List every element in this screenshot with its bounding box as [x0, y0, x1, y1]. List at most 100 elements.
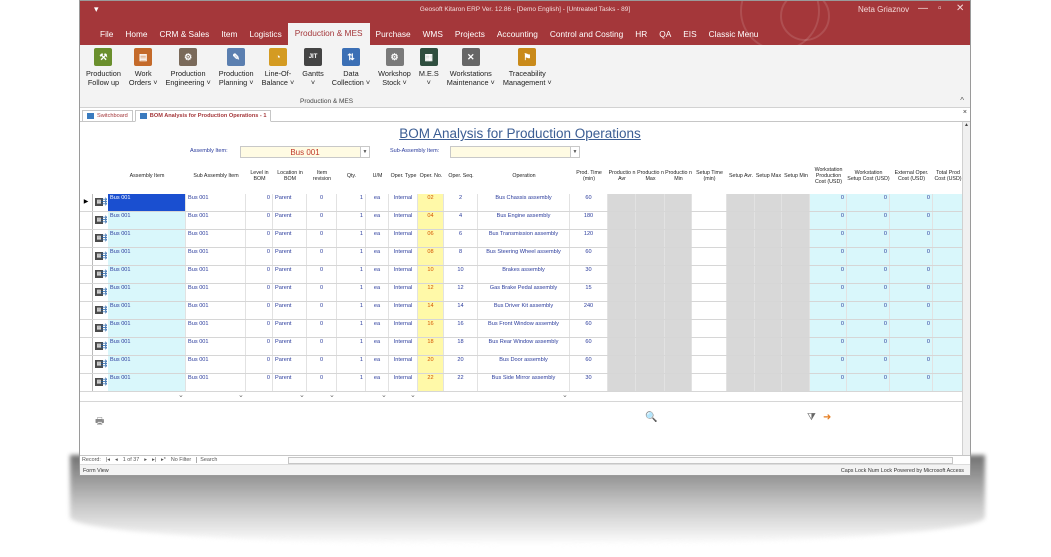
cell-sub[interactable]: Bus 001 — [186, 266, 246, 283]
column-header[interactable]: Workstation Setup Cost (USD) — [847, 160, 890, 192]
table-row[interactable]: ▦ ⇶ Bus 001 Bus 001 0 Parent 0 1 ea Internal 20 20 B… — [80, 356, 963, 374]
cell-assembly[interactable]: Bus 001 — [108, 212, 186, 229]
zoom-icon[interactable]: 🔍 — [645, 412, 657, 423]
table-row[interactable]: ▦ ⇶ Bus 001 Bus 001 0 Parent 0 1 ea Internal 08 8 Bu… — [80, 248, 963, 266]
cell-assembly[interactable]: Bus 001 — [108, 356, 186, 373]
row-selector[interactable] — [80, 284, 93, 301]
filter-icon[interactable]: ⧩ — [807, 412, 816, 423]
ribbon-button-1[interactable]: ▤ Work Orders ˅ — [125, 45, 162, 107]
cell-sub[interactable]: Bus 001 — [186, 284, 246, 301]
column-header[interactable]: Location in BOM — [273, 160, 307, 192]
table-row[interactable]: ▦ ⇶ Bus 001 Bus 001 0 Parent 0 1 ea Internal 14 14 B… — [80, 302, 963, 320]
search-input[interactable]: Search — [196, 457, 229, 463]
vertical-scrollbar[interactable]: ▲ — [962, 122, 970, 455]
row-selector[interactable]: ▶ — [80, 194, 93, 211]
cell-assembly[interactable]: Bus 001 — [108, 266, 186, 283]
column-header[interactable]: Oper. Type — [389, 160, 418, 192]
column-header[interactable]: Level in BOM — [246, 160, 273, 192]
chevron-down-icon[interactable]: ⌄ — [562, 391, 568, 399]
open-link-icon[interactable]: ⇶ — [100, 216, 108, 224]
menu-item-hr[interactable]: HR — [629, 29, 653, 45]
close-document-icon[interactable]: × — [963, 109, 967, 116]
row-selector[interactable] — [80, 374, 93, 391]
cell-sub[interactable]: Bus 001 — [186, 320, 246, 337]
menu-item-projects[interactable]: Projects — [449, 29, 491, 45]
menu-item-eis[interactable]: EIS — [677, 29, 702, 45]
ribbon-button-3[interactable]: ✎ Production Planning ˅ — [215, 45, 258, 107]
open-link-icon[interactable]: ⇶ — [100, 342, 108, 350]
cell-sub[interactable]: Bus 001 — [186, 248, 246, 265]
open-link-icon[interactable]: ⇶ — [100, 288, 108, 296]
row-selector[interactable] — [80, 320, 93, 337]
open-link-icon[interactable]: ⇶ — [100, 324, 108, 332]
prev-record-icon[interactable]: ◂ — [115, 457, 118, 463]
cell-assembly[interactable]: Bus 001 — [108, 302, 186, 319]
ribbon-button-7[interactable]: ⚙ Workshop Stock ˅ — [374, 45, 415, 107]
column-header[interactable]: Setup Time (min) — [692, 160, 727, 192]
column-header[interactable]: Oper. No. — [418, 160, 444, 192]
open-link-icon[interactable]: ⇶ — [100, 198, 108, 206]
open-link-icon[interactable]: ⇶ — [100, 360, 108, 368]
minimize-icon[interactable]: — — [918, 3, 928, 14]
menu-item-purchase[interactable]: Purchase — [370, 29, 417, 45]
chevron-down-icon[interactable]: ▼ — [360, 147, 369, 157]
column-header[interactable]: U/M — [366, 160, 389, 192]
row-selector[interactable] — [80, 356, 93, 373]
chevron-down-icon[interactable]: ⌄ — [381, 391, 387, 399]
menu-item-crm-sales[interactable]: CRM & Sales — [154, 29, 216, 45]
column-header[interactable]: Setup Avr. — [727, 160, 755, 192]
column-header[interactable]: Productio n Avr — [608, 160, 636, 192]
column-header[interactable]: Assembly Item — [108, 160, 186, 192]
first-record-icon[interactable]: |◂ — [106, 457, 110, 463]
ribbon-button-10[interactable]: ⚑ Traceability Management ˅ — [499, 45, 556, 107]
new-record-row[interactable]: ⌄ ⌄ ⌄ ⌄ ⌄ ⌄ ⌄ — [80, 392, 962, 402]
cell-assembly[interactable]: Bus 001 — [108, 284, 186, 301]
open-link-icon[interactable]: ⇶ — [100, 270, 108, 278]
open-link-icon[interactable]: ⇶ — [100, 252, 108, 260]
menu-item-home[interactable]: Home — [119, 29, 153, 45]
print-icon[interactable]: 🖶 — [95, 414, 104, 431]
column-header[interactable]: Oper. Seq. — [444, 160, 478, 192]
row-selector[interactable] — [80, 338, 93, 355]
menu-item-item[interactable]: Item — [215, 29, 243, 45]
next-record-icon[interactable]: ▸ — [144, 457, 147, 463]
cell-sub[interactable]: Bus 001 — [186, 212, 246, 229]
column-header[interactable]: Operation — [478, 160, 570, 192]
table-row[interactable]: ▦ ⇶ Bus 001 Bus 001 0 Parent 0 1 ea Internal 04 4 Bu… — [80, 212, 963, 230]
horizontal-scrollbar[interactable] — [288, 457, 953, 464]
table-row[interactable]: ▦ ⇶ Bus 001 Bus 001 0 Parent 0 1 ea Internal 12 12 G… — [80, 284, 963, 302]
cell-assembly[interactable]: Bus 001 — [108, 230, 186, 247]
table-row[interactable]: ▦ ⇶ Bus 001 Bus 001 0 Parent 0 1 ea Internal 16 16 B… — [80, 320, 963, 338]
cell-assembly[interactable]: Bus 001 — [108, 320, 186, 337]
column-header[interactable]: Workstation Production Cost (USD) — [810, 160, 847, 192]
column-header[interactable]: Item revision — [307, 160, 337, 192]
close-icon[interactable]: ✕ — [956, 3, 964, 14]
cell-assembly[interactable]: Bus 001 — [108, 194, 186, 211]
ribbon-button-4[interactable]: ◔ Line-Of- Balance ˅ — [258, 45, 299, 107]
record-position[interactable]: 1 of 37 — [123, 457, 140, 463]
chevron-down-icon[interactable]: ⌄ — [238, 391, 244, 399]
new-record-icon[interactable]: ▸* — [161, 457, 166, 463]
column-header[interactable]: Prod. Time (min) — [570, 160, 608, 192]
ribbon-button-9[interactable]: ✕ Workstations Maintenance ˅ — [443, 45, 499, 107]
menu-item-control-and-costing[interactable]: Control and Costing — [544, 29, 629, 45]
filter-status[interactable]: No Filter — [171, 457, 191, 463]
cell-sub[interactable]: Bus 001 — [186, 194, 246, 211]
chevron-down-icon[interactable]: ⌄ — [178, 391, 184, 399]
open-link-icon[interactable]: ⇶ — [100, 378, 108, 386]
tab-switchboard[interactable]: Switchboard — [82, 110, 133, 121]
assembly-item-combo[interactable]: Bus 001 ▼ — [240, 146, 370, 158]
cell-sub[interactable]: Bus 001 — [186, 338, 246, 355]
menu-item-file[interactable]: File — [94, 29, 119, 45]
open-link-icon[interactable]: ⇶ — [100, 306, 108, 314]
table-row[interactable]: ▶ ▦ ⇶ Bus 001 Bus 001 0 Parent 0 1 ea Internal 02 2 B… — [80, 194, 963, 212]
table-row[interactable]: ▦ ⇶ Bus 001 Bus 001 0 Parent 0 1 ea Internal 18 18 B… — [80, 338, 963, 356]
table-row[interactable]: ▦ ⇶ Bus 001 Bus 001 0 Parent 0 1 ea Internal 22 22 B… — [80, 374, 963, 392]
scroll-up-icon[interactable]: ▲ — [963, 122, 970, 128]
tab-bom-analysis[interactable]: BOM Analysis for Production Operations -… — [134, 110, 272, 122]
cell-sub[interactable]: Bus 001 — [186, 374, 246, 391]
menu-item-logistics[interactable]: Logistics — [243, 29, 287, 45]
ribbon-button-0[interactable]: ⚒ Production Follow up — [82, 45, 125, 107]
cell-assembly[interactable]: Bus 001 — [108, 374, 186, 391]
column-header[interactable]: Total Prod Cost (USD) — [933, 160, 963, 192]
